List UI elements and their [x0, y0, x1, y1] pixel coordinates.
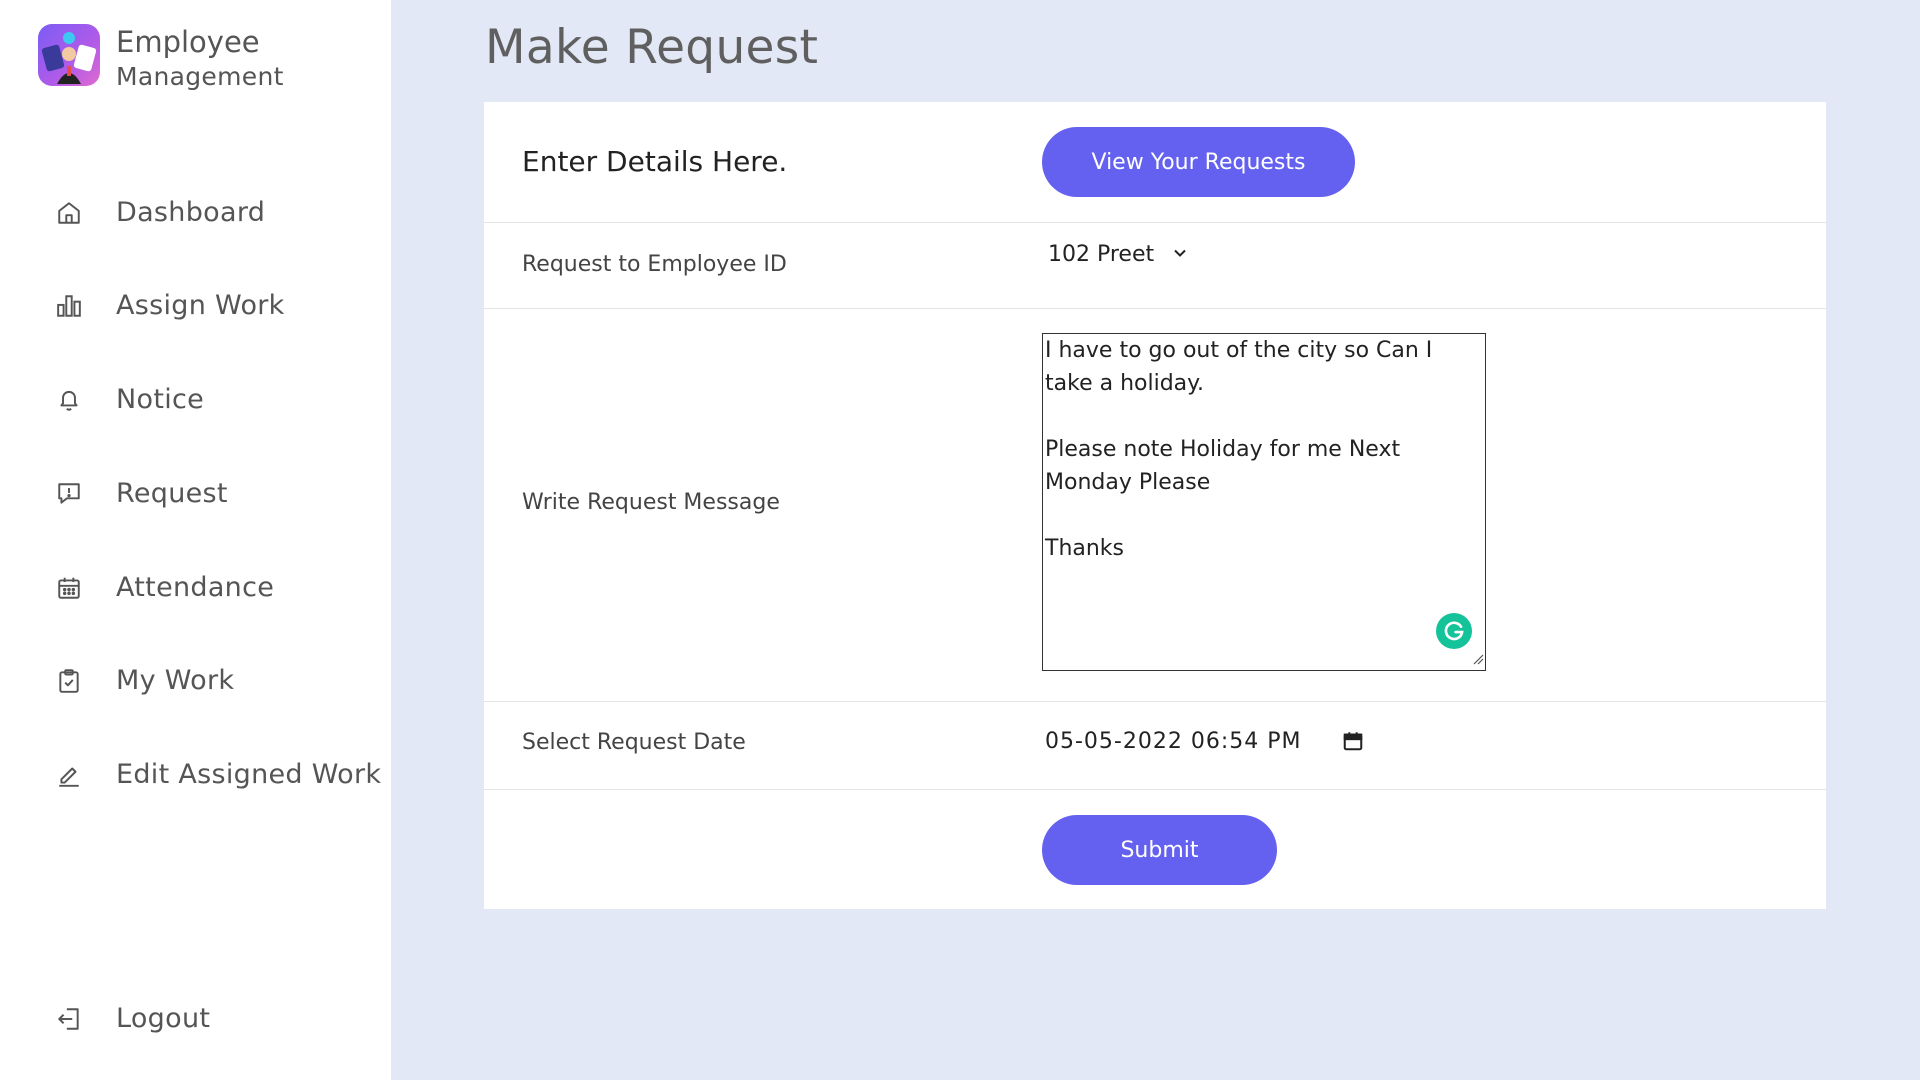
sidebar-item-label: Request — [116, 478, 228, 509]
form-header: Enter Details Here. — [522, 145, 788, 178]
calendar-icon — [54, 573, 84, 603]
employee-team-logo — [38, 24, 100, 86]
date-label: Select Request Date — [522, 730, 746, 755]
request-form-card: Enter Details Here. View Your Requests R… — [484, 102, 1826, 909]
date-row: Select Request Date 05-05-2022 06:54 PM — [484, 701, 1826, 790]
employee-row: Request to Employee ID 102 Preet — [484, 222, 1826, 309]
brand: Employee Management — [38, 24, 284, 94]
brand-title: Employee — [116, 25, 260, 59]
sidebar-item-notice[interactable]: Notice — [54, 384, 204, 415]
sidebar: Employee Management Dashboard Assign Wor… — [0, 0, 391, 1080]
sidebar-item-label: Attendance — [116, 572, 275, 603]
page-title: Make Request — [485, 20, 819, 75]
home-icon — [54, 198, 84, 228]
employee-label: Request to Employee ID — [522, 252, 787, 277]
form-header-row: Enter Details Here. View Your Requests — [484, 102, 1826, 223]
bell-icon — [54, 385, 84, 415]
date-input[interactable]: 05-05-2022 06:54 PM — [1045, 729, 1302, 754]
clipboard-check-icon — [54, 666, 84, 696]
logout-button[interactable]: Logout — [54, 1003, 210, 1034]
brand-subtitle: Management — [116, 62, 284, 91]
submit-button[interactable]: Submit — [1042, 815, 1277, 885]
sidebar-item-my-work[interactable]: My Work — [54, 665, 234, 696]
chevron-down-icon — [1172, 245, 1188, 265]
view-requests-button[interactable]: View Your Requests — [1042, 127, 1355, 197]
message-row: Write Request Message I have to go out o… — [484, 308, 1826, 702]
message-label: Write Request Message — [522, 490, 780, 515]
sidebar-item-assign-work[interactable]: Assign Work — [54, 290, 285, 321]
calendar-picker-icon[interactable] — [1342, 730, 1364, 756]
sidebar-item-label: Assign Work — [116, 290, 285, 321]
logout-icon — [54, 1004, 84, 1034]
logout-label: Logout — [116, 1003, 211, 1034]
submit-row: Submit — [484, 789, 1826, 909]
sidebar-item-attendance[interactable]: Attendance — [54, 572, 274, 603]
sidebar-item-request[interactable]: Request — [54, 478, 228, 509]
sidebar-item-edit-assigned-work[interactable]: Edit Assigned Work — [54, 759, 381, 790]
sidebar-item-label: Dashboard — [116, 197, 266, 228]
employee-select-value: 102 Preet — [1048, 242, 1155, 267]
pencil-icon — [54, 760, 84, 790]
sidebar-item-dashboard[interactable]: Dashboard — [54, 197, 265, 228]
sidebar-item-label: My Work — [116, 665, 235, 696]
message-textarea[interactable]: I have to go out of the city so Can I ta… — [1042, 333, 1486, 671]
bar-chart-icon — [54, 291, 84, 321]
employee-select[interactable]: 102 Preet — [1048, 242, 1188, 267]
sidebar-item-label: Notice — [116, 384, 205, 415]
sidebar-item-label: Edit Assigned Work — [116, 759, 382, 790]
message-alert-icon — [54, 479, 84, 509]
